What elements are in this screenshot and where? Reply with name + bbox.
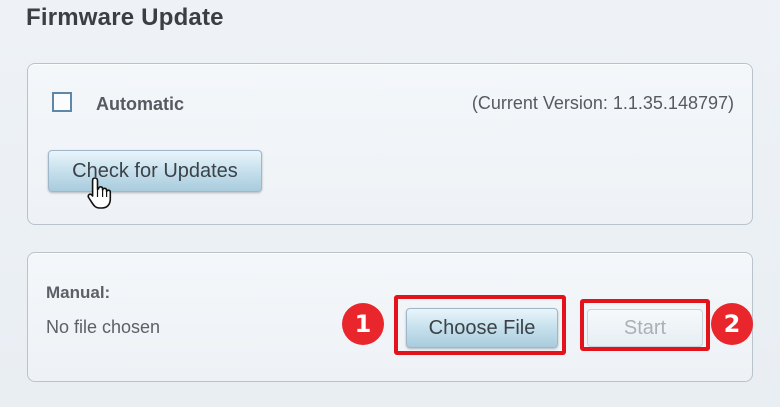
automatic-update-panel: Automatic (Current Version: 1.1.35.14879… <box>27 63 753 225</box>
automatic-label: Automatic <box>96 94 185 114</box>
manual-label: Manual: <box>46 283 111 302</box>
file-status-text: No file chosen <box>46 317 161 337</box>
step-1-badge: 1 <box>342 303 384 345</box>
check-for-updates-button[interactable]: Check for Updates <box>48 150 262 192</box>
manual-update-panel: Manual: No file chosen Choose File Start <box>27 252 753 382</box>
choose-file-button[interactable]: Choose File <box>406 308 558 348</box>
choose-file-label: Choose File <box>428 316 536 339</box>
page-title: Firmware Update <box>26 4 224 31</box>
current-version-text: (Current Version: 1.1.35.148797) <box>471 93 734 113</box>
hand-pointer-icon <box>87 177 112 209</box>
automatic-checkbox[interactable] <box>52 92 72 112</box>
step-2-badge: 2 <box>711 303 753 345</box>
start-label: Start <box>623 316 667 339</box>
start-button[interactable]: Start <box>587 309 703 347</box>
